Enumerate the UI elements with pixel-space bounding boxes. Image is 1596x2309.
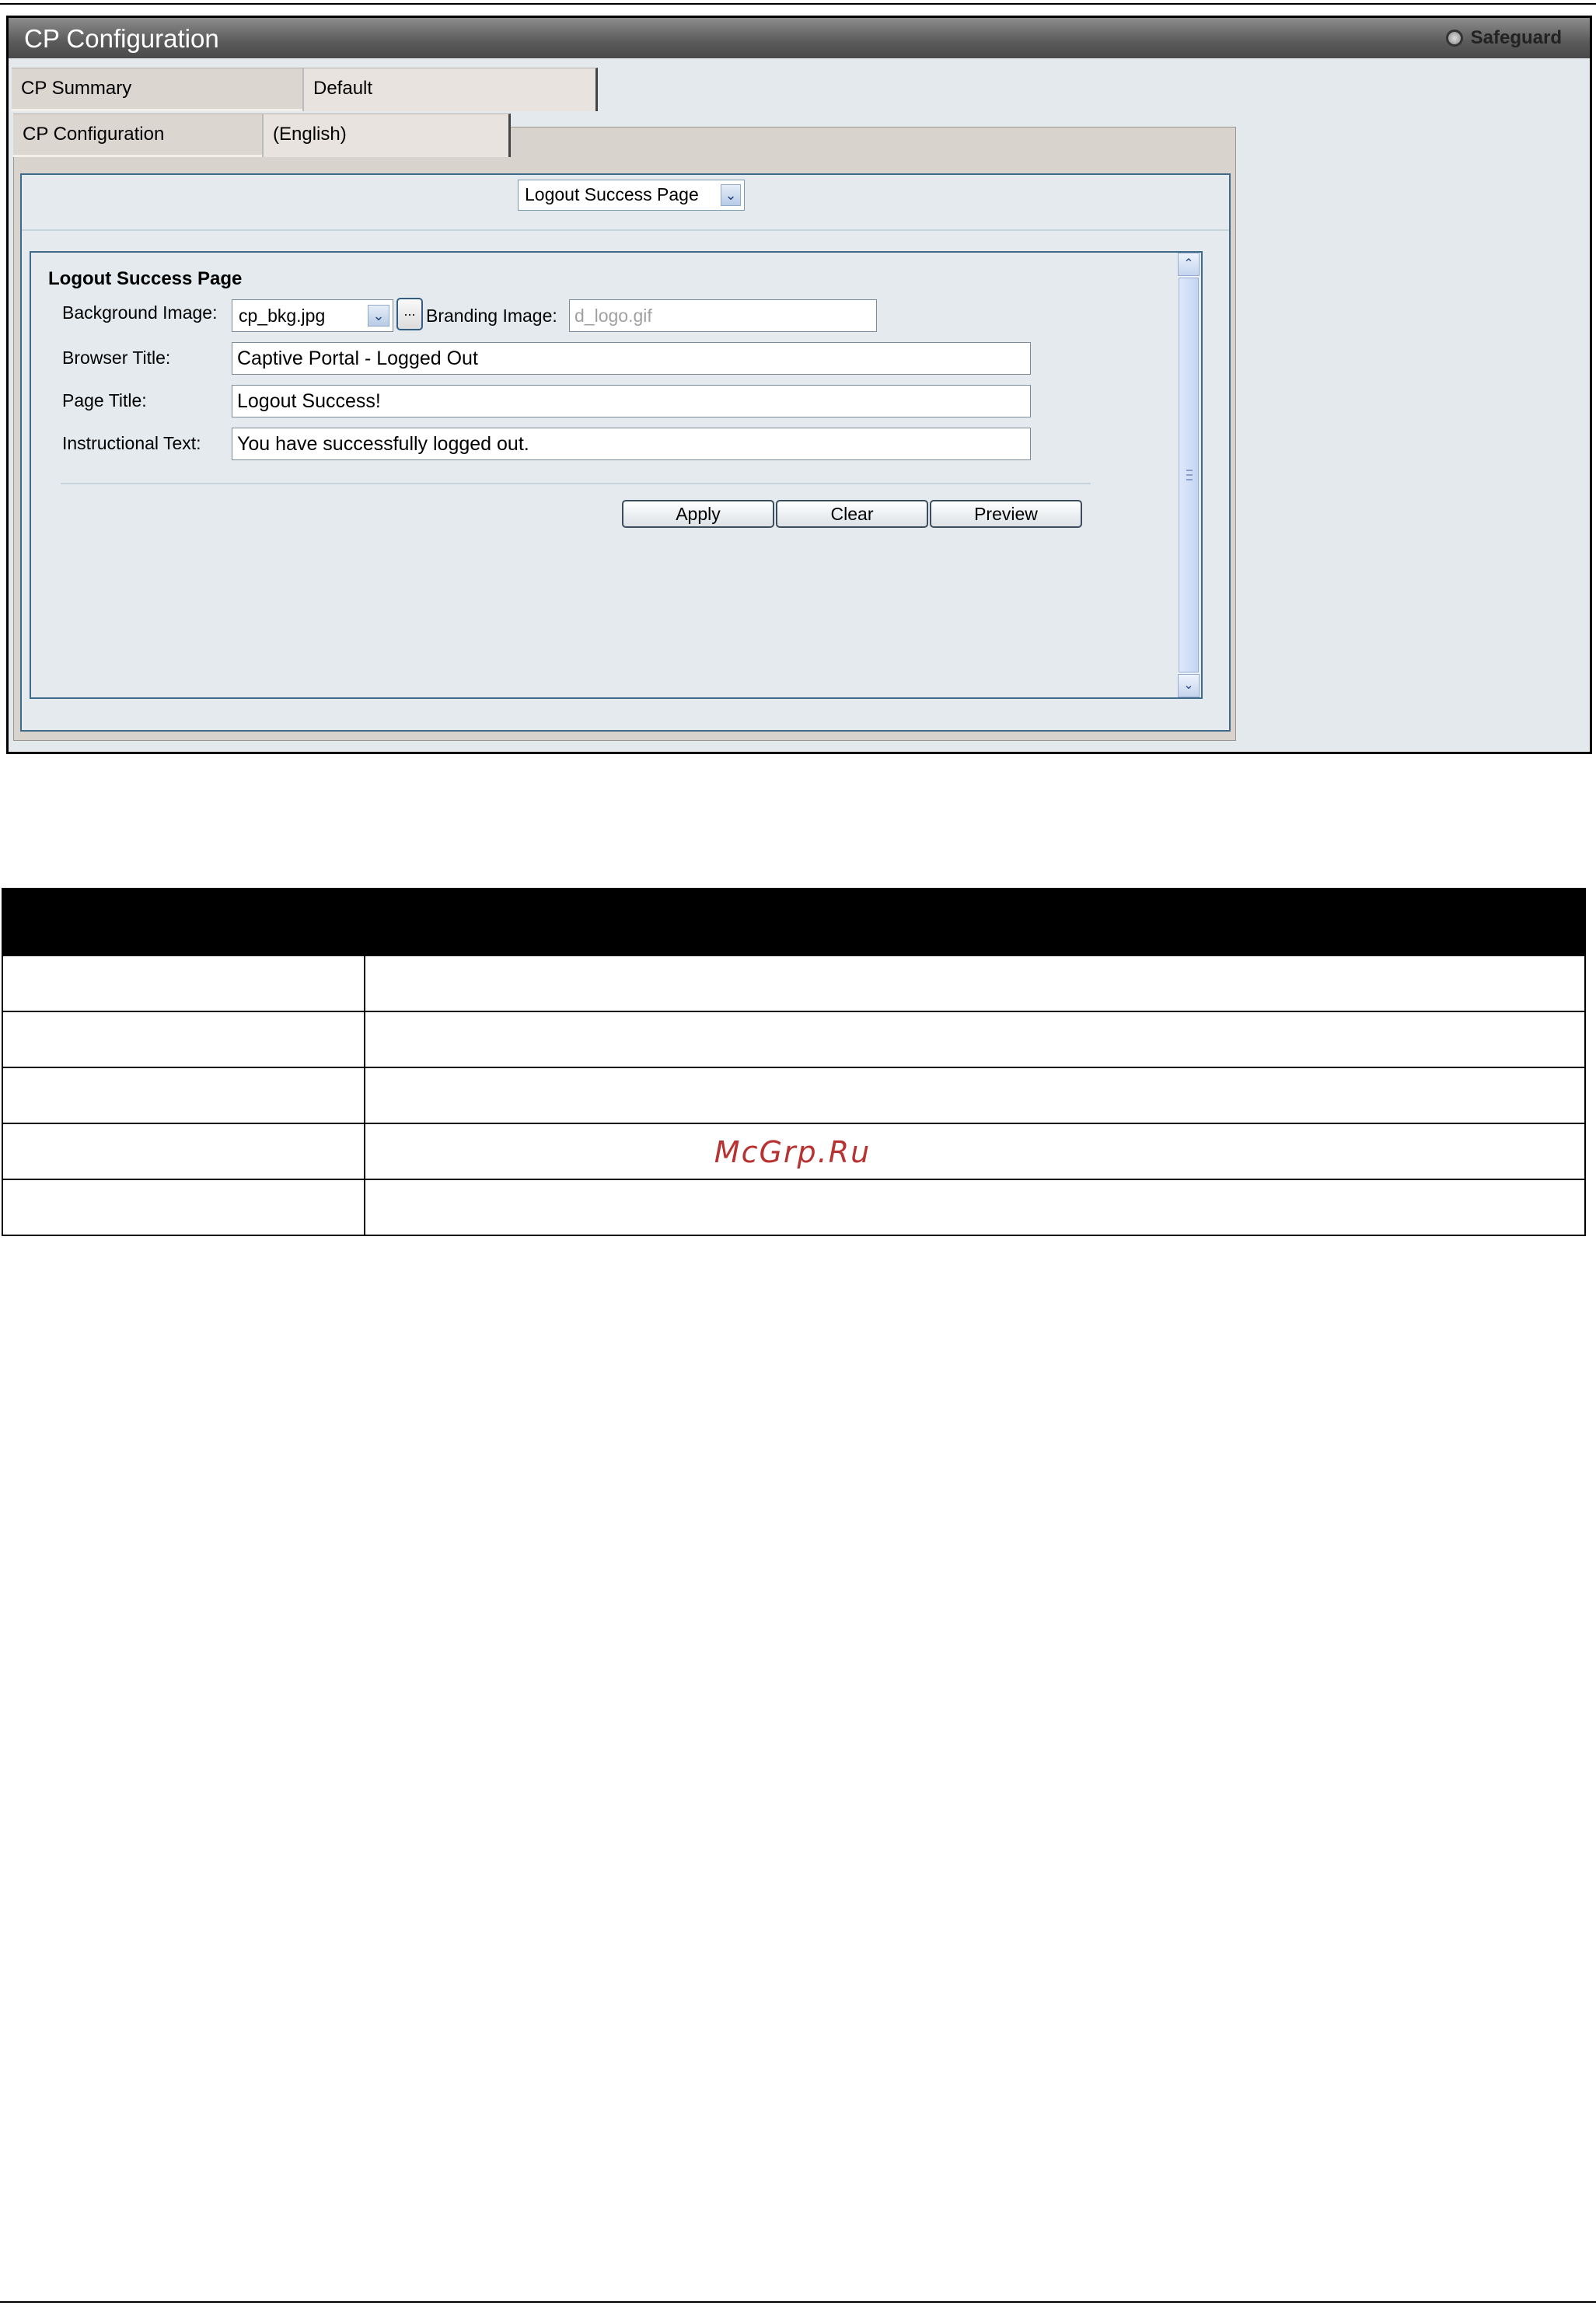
page-title-input[interactable]: Logout Success! — [232, 385, 1031, 417]
tab-cp-configuration[interactable]: CP Configuration — [13, 114, 262, 157]
parameter-description-table — [2, 888, 1586, 1236]
preview-button[interactable]: Preview — [930, 500, 1082, 528]
tab-cp-summary[interactable]: CP Summary — [12, 68, 302, 111]
tab-default[interactable]: Default — [302, 68, 598, 111]
background-image-select[interactable]: cp_bkg.jpg ⌄ — [232, 299, 393, 332]
background-image-label: Background Image: — [62, 302, 218, 323]
form-heading: Logout Success Page — [48, 268, 243, 289]
watermark-text: McGrp.Ru — [714, 1135, 871, 1169]
table-cell — [364, 1179, 1586, 1236]
tab-english[interactable]: (English) — [262, 114, 511, 157]
chevron-down-icon[interactable]: ⌄ — [368, 305, 389, 327]
page-bottom-rule — [0, 2301, 1596, 2303]
logout-page-form: Logout Success Page Background Image: cp… — [30, 251, 1203, 699]
divider — [61, 483, 1091, 484]
table-cell — [2, 1067, 365, 1124]
branding-image-label: Branding Image: — [426, 306, 557, 326]
branding-image-field[interactable]: d_logo.gif — [569, 299, 877, 332]
tab-row-summary: CP Summary Default — [12, 68, 598, 111]
page-editor-panel: Logout Success Page ⌄ Logout Success Pag… — [20, 173, 1231, 732]
table-cell — [364, 955, 1586, 1012]
browse-button[interactable]: ... — [396, 298, 423, 330]
chevron-down-icon[interactable]: ⌄ — [1178, 674, 1200, 697]
browser-title-input[interactable]: Captive Portal - Logged Out — [232, 342, 1031, 375]
table-row — [2, 1011, 1586, 1068]
table-header-cell — [364, 888, 1586, 956]
page-title-label: Page Title: — [62, 390, 147, 410]
table-cell — [364, 1067, 1586, 1124]
safeguard-label: Safeguard — [1470, 27, 1562, 48]
browser-title-label: Browser Title: — [62, 348, 171, 368]
table-cell — [2, 955, 365, 1012]
table-row — [2, 1067, 1586, 1124]
background-image-value: cp_bkg.jpg — [239, 306, 326, 326]
instructional-text-input[interactable]: You have successfully logged out. — [232, 428, 1031, 460]
apply-button[interactable]: Apply — [622, 500, 774, 528]
table-cell — [2, 1011, 365, 1068]
vertical-scrollbar[interactable]: ⌃ ⌄ — [1178, 253, 1200, 697]
safeguard-indicator: Safeguard — [1445, 27, 1562, 49]
instructional-text-label: Instructional Text: — [62, 433, 201, 453]
page-type-select[interactable]: Logout Success Page ⌄ — [518, 180, 745, 211]
watermark: McGrp.Ru — [0, 1135, 1596, 1169]
clear-button[interactable]: Clear — [776, 500, 928, 528]
scrollbar-thumb[interactable] — [1179, 278, 1199, 672]
chevron-up-icon[interactable]: ⌃ — [1178, 253, 1200, 276]
window-titlebar: CP Configuration Safeguard — [9, 18, 1590, 58]
chevron-down-icon[interactable]: ⌄ — [721, 184, 741, 206]
safeguard-circle-icon — [1445, 30, 1463, 47]
table-cell — [2, 1179, 365, 1236]
tab-row-configuration: CP Configuration (English) — [13, 114, 511, 157]
table-row — [2, 1179, 1586, 1236]
grip-icon — [1186, 470, 1193, 480]
page-type-select-value: Logout Success Page — [525, 184, 699, 204]
table-header-cell — [2, 888, 365, 956]
table-cell — [364, 1011, 1586, 1068]
window-title: CP Configuration — [24, 24, 219, 53]
table-header-row — [2, 888, 1586, 956]
table-row — [2, 955, 1586, 1012]
screenshot-frame: CP Configuration Safeguard CP Summary De… — [6, 16, 1592, 754]
divider — [22, 229, 1229, 231]
page-top-rule — [0, 3, 1596, 5]
